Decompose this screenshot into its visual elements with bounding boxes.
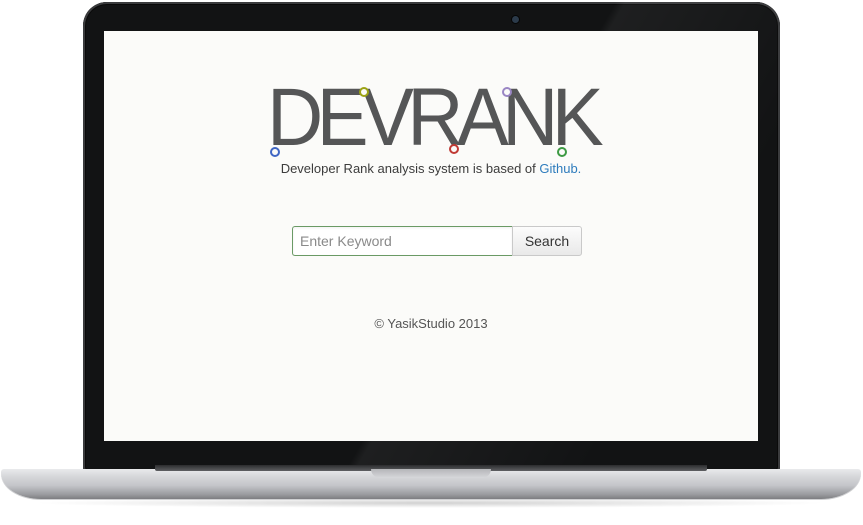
github-link[interactable]: Github.	[539, 161, 581, 176]
laptop-shadow	[30, 498, 830, 508]
devrank-logo: DEVRANK	[267, 75, 607, 161]
search-form: Search	[292, 226, 582, 256]
search-button[interactable]: Search	[512, 226, 582, 256]
tagline-text: Developer Rank analysis system is based …	[280, 161, 540, 176]
logo-dot-olive	[359, 87, 369, 97]
logo-dot-purple	[502, 87, 512, 97]
screen: DEVRANK Developer Rank analysis system i…	[104, 31, 758, 441]
logo-dot-blue	[270, 147, 280, 157]
logo-dot-red	[449, 144, 459, 154]
camera-icon	[512, 16, 519, 23]
search-input[interactable]	[292, 226, 512, 256]
footer-copyright: © YasikStudio 2013	[374, 316, 488, 331]
laptop-notch	[371, 469, 491, 478]
logo-dot-green	[557, 147, 567, 157]
logo-text: DEVRANK	[267, 72, 604, 163]
tagline: Developer Rank analysis system is based …	[104, 161, 758, 176]
